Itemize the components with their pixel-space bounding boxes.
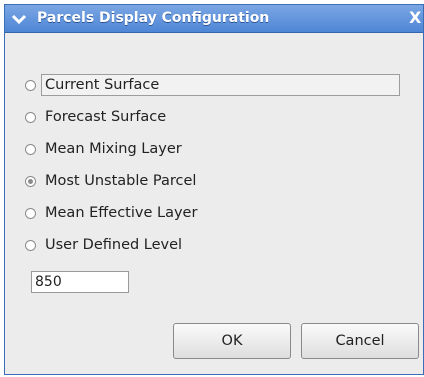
dialog-window: Parcels Display Configuration X Current … bbox=[4, 4, 424, 375]
option-current-surface[interactable]: Current Surface bbox=[17, 69, 401, 101]
option-label: Mean Mixing Layer bbox=[45, 141, 182, 157]
option-label: Forecast Surface bbox=[45, 109, 167, 125]
radio-mean-effective-layer[interactable] bbox=[25, 207, 36, 219]
option-mean-effective-layer[interactable]: Mean Effective Layer bbox=[17, 197, 400, 229]
close-icon[interactable]: X bbox=[409, 8, 424, 28]
option-label: Most Unstable Parcel bbox=[45, 173, 197, 189]
option-label: User Defined Level bbox=[45, 237, 183, 253]
option-mean-mixing-layer[interactable]: Mean Mixing Layer bbox=[17, 133, 400, 165]
radio-mean-mixing-layer[interactable] bbox=[25, 143, 36, 155]
option-user-defined-level[interactable]: User Defined Level bbox=[17, 229, 400, 261]
radio-most-unstable-parcel[interactable] bbox=[25, 175, 36, 187]
option-label: Mean Effective Layer bbox=[45, 205, 198, 221]
option-most-unstable-parcel[interactable]: Most Unstable Parcel bbox=[17, 165, 400, 197]
option-forecast-surface[interactable]: Forecast Surface bbox=[17, 101, 400, 133]
title-bar[interactable]: Parcels Display Configuration X bbox=[5, 5, 423, 33]
radio-current-surface[interactable] bbox=[25, 79, 36, 91]
window-menu-icon[interactable] bbox=[11, 11, 27, 27]
ok-button[interactable]: OK bbox=[173, 323, 291, 359]
user-level-input[interactable] bbox=[31, 271, 129, 293]
cancel-button[interactable]: Cancel bbox=[301, 323, 419, 359]
option-label: Current Surface bbox=[41, 74, 401, 96]
radio-forecast-surface[interactable] bbox=[25, 111, 36, 123]
window-title: Parcels Display Configuration bbox=[37, 10, 270, 26]
parcel-options: Current Surface Forecast Surface Mean Mi… bbox=[17, 69, 401, 261]
radio-user-defined-level[interactable] bbox=[25, 239, 36, 251]
